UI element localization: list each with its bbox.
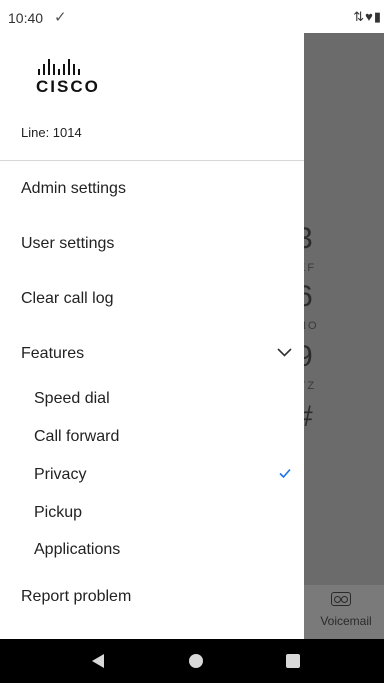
check-status-icon: ✓ [54,9,67,26]
menu-admin-settings[interactable]: Admin settings [21,180,126,198]
cisco-logo-bars-icon [36,59,108,75]
navigation-drawer: CISCO Line: 1014 Admin settings User set… [0,33,304,639]
home-icon[interactable] [189,654,203,668]
menu-clear-call-log[interactable]: Clear call log [21,290,113,308]
checkmark-icon [279,468,291,479]
signal-battery-icon: ⇅♥▮ [353,9,382,24]
cisco-logo-text: CISCO [36,77,100,96]
submenu-pickup[interactable]: Pickup [34,504,82,522]
submenu-call-forward[interactable]: Call forward [34,428,119,446]
cisco-logo: CISCO [36,59,108,97]
status-bar: 10:40 ✓ ⇅♥▮ [0,0,384,33]
recents-icon[interactable] [286,654,300,668]
menu-features[interactable]: Features [21,345,84,363]
submenu-applications[interactable]: Applications [34,541,120,559]
chevron-down-icon[interactable] [276,344,293,361]
drawer-scrim[interactable] [304,33,384,639]
voicemail-icon [331,592,351,606]
drawer-divider [0,160,304,161]
submenu-privacy[interactable]: Privacy [34,466,86,484]
system-nav-bar [0,639,384,683]
back-icon[interactable] [92,654,104,668]
voicemail-label: Voicemail [320,614,372,628]
line-number: Line: 1014 [21,125,82,140]
submenu-speed-dial[interactable]: Speed dial [34,390,110,408]
status-time: 10:40 [8,10,44,26]
menu-report-problem[interactable]: Report problem [21,588,131,606]
menu-user-settings[interactable]: User settings [21,235,114,253]
